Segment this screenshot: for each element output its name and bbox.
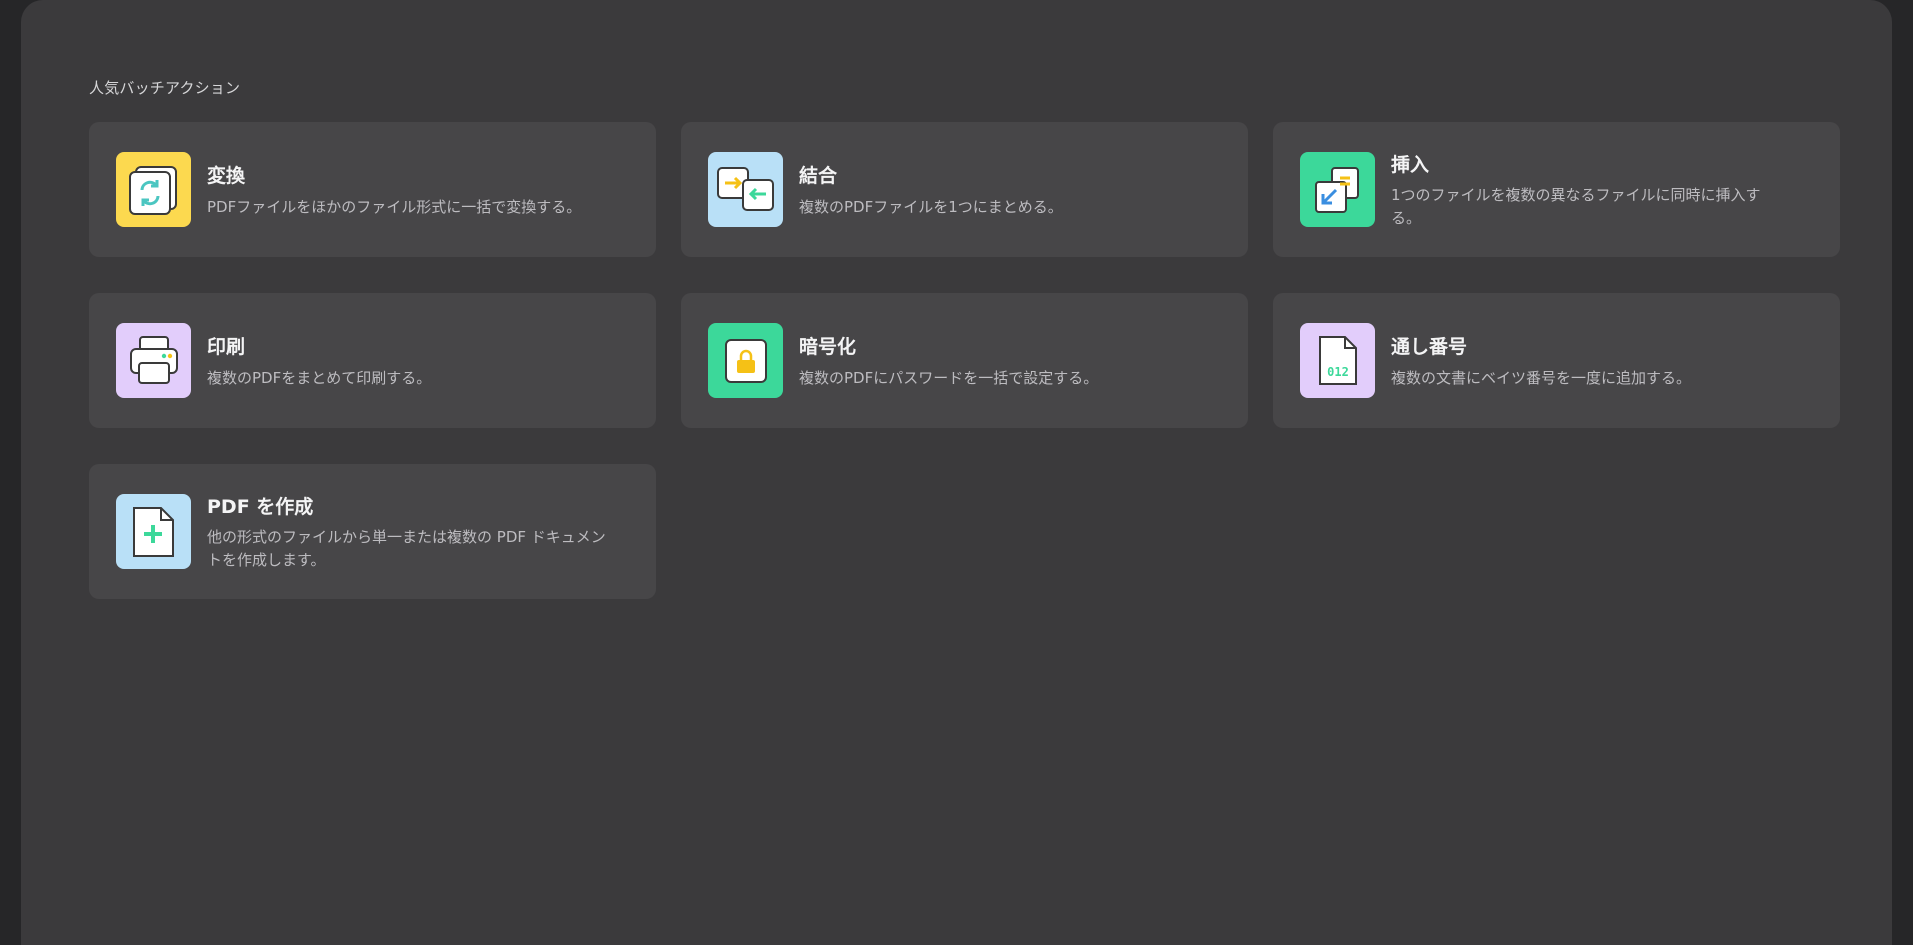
create-pdf-description: 他の形式のファイルから単一または複数の PDF ドキュメントを作成します。 (207, 528, 606, 569)
print-action-card[interactable]: 印刷 複数のPDFをまとめて印刷する。 (89, 293, 656, 428)
insert-icon (1300, 152, 1375, 227)
merge-action-card[interactable]: 結合 複数のPDFファイルを1つにまとめる。 (681, 122, 1248, 257)
lock-icon (708, 323, 783, 398)
bates-number-description: 複数の文書にベイツ番号を一度に追加する。 (1391, 369, 1692, 387)
encrypt-action-card[interactable]: 暗号化 複数のPDFにパスワードを一括で設定する。 (681, 293, 1248, 428)
print-title: 印刷 (207, 336, 246, 358)
bates-number-title: 通し番号 (1391, 336, 1468, 358)
convert-icon (116, 152, 191, 227)
bates-number-action-card[interactable]: 012 通し番号 複数の文書にベイツ番号を一度に追加する。 (1273, 293, 1840, 428)
main-window: 人気バッチアクション 変換 PDFファイルをほかのファイル形式に一括で変換する。 (21, 0, 1892, 945)
create-pdf-action-card[interactable]: PDF を作成 他の形式のファイルから単一または複数の PDF ドキュメントを作… (89, 464, 656, 599)
insert-title: 挿入 (1391, 154, 1430, 176)
merge-icon (708, 152, 783, 227)
svg-text:012: 012 (1327, 365, 1349, 379)
convert-title: 変換 (207, 165, 246, 187)
encrypt-description: 複数のPDFにパスワードを一括で設定する。 (799, 369, 1099, 387)
bates-number-icon: 012 (1300, 323, 1375, 398)
insert-description: 1つのファイルを複数の異なるファイルに同時に挿入する。 (1391, 186, 1761, 227)
print-icon (116, 323, 191, 398)
create-pdf-icon (116, 494, 191, 569)
section-title: 人気バッチアクション (89, 79, 241, 97)
convert-action-card[interactable]: 変換 PDFファイルをほかのファイル形式に一括で変換する。 (89, 122, 656, 257)
merge-description: 複数のPDFファイルを1つにまとめる。 (799, 198, 1063, 216)
merge-title: 結合 (799, 165, 838, 187)
insert-action-card[interactable]: 挿入 1つのファイルを複数の異なるファイルに同時に挿入する。 (1273, 122, 1840, 257)
print-description: 複数のPDFをまとめて印刷する。 (207, 369, 432, 387)
create-pdf-title: PDF を作成 (207, 496, 314, 518)
convert-description: PDFファイルをほかのファイル形式に一括で変換する。 (207, 198, 582, 216)
encrypt-title: 暗号化 (799, 336, 857, 358)
